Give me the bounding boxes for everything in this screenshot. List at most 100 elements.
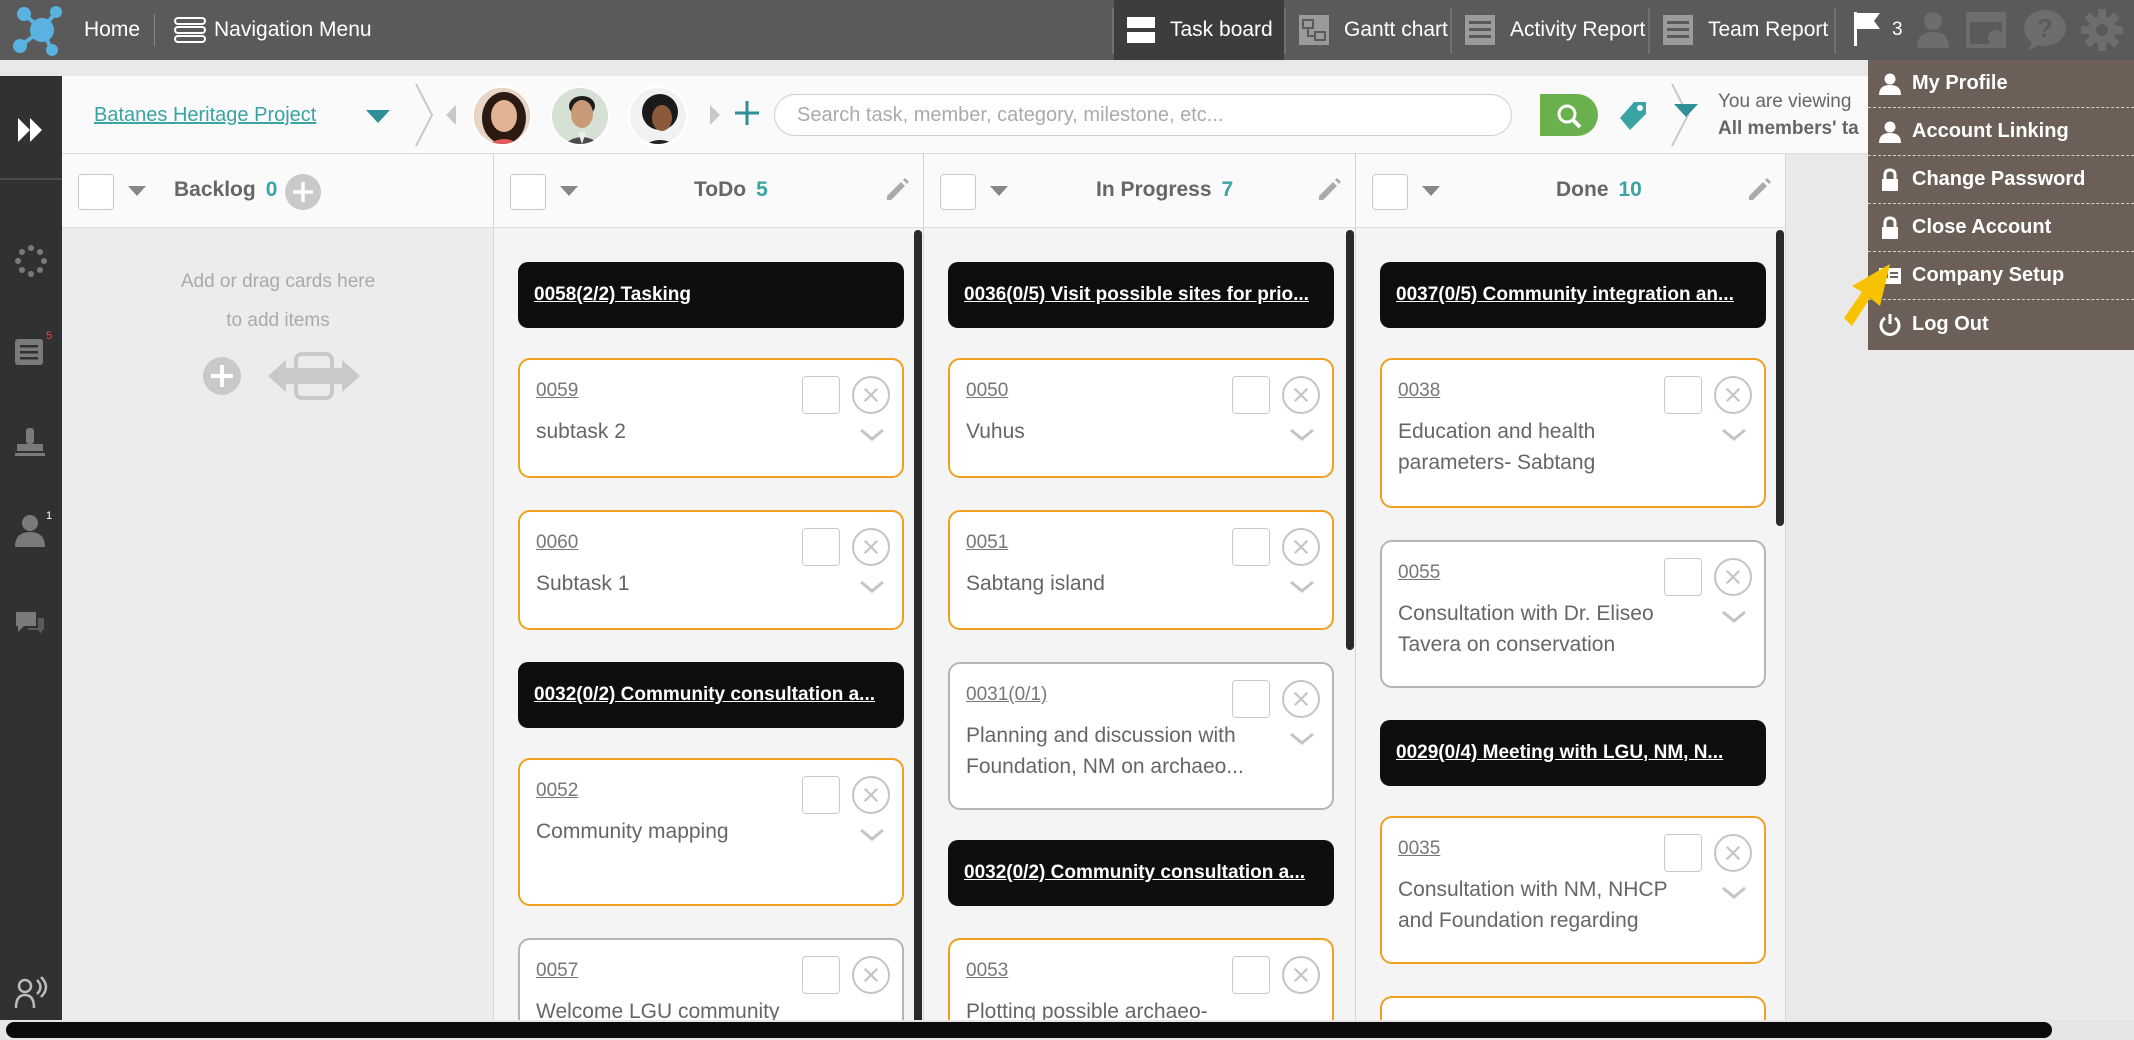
close-icon[interactable]: [1282, 376, 1320, 414]
done-scrollbar[interactable]: [1776, 230, 1784, 526]
task-checkbox[interactable]: [802, 776, 840, 814]
task-card[interactable]: 0038 Education and health parameters- Sa…: [1380, 358, 1766, 508]
menu-item-close-account[interactable]: Close Account: [1868, 204, 2134, 252]
task-id-link[interactable]: 0035: [1398, 838, 1440, 860]
avatar[interactable]: [550, 86, 610, 146]
menu-item-company-setup[interactable]: Company Setup: [1868, 252, 2134, 300]
column-select-checkbox[interactable]: [1372, 174, 1408, 210]
close-icon[interactable]: [1714, 558, 1752, 596]
menu-item-log-out[interactable]: Log Out: [1868, 300, 2134, 348]
navigation-menu-link[interactable]: Navigation Menu: [214, 0, 372, 60]
column-select-checkbox[interactable]: [78, 174, 114, 210]
avatar[interactable]: [472, 86, 532, 146]
inprogress-scrollbar[interactable]: [1346, 230, 1354, 650]
app-logo[interactable]: [10, 4, 66, 56]
milestone-card[interactable]: 0032(0/2) Community consultation a...: [518, 662, 904, 728]
milestone-card[interactable]: 0036(0/5) Visit possible sites for prio.…: [948, 262, 1334, 328]
chevron-down-icon[interactable]: [1289, 428, 1315, 442]
search-input[interactable]: [797, 95, 1377, 135]
chevron-down-icon[interactable]: [1721, 428, 1747, 442]
task-card[interactable]: 0060 Subtask 1: [518, 510, 904, 630]
task-card[interactable]: 0031(0/1) Planning and discussion with F…: [948, 662, 1334, 810]
milestone-card[interactable]: 0029(0/4) Meeting with LGU, NM, N...: [1380, 720, 1766, 786]
project-dropdown-caret[interactable]: [366, 110, 390, 123]
flag-icon[interactable]: [1852, 10, 1886, 48]
todo-scrollbar[interactable]: [914, 230, 922, 1024]
close-icon[interactable]: [1282, 956, 1320, 994]
close-icon[interactable]: [1282, 528, 1320, 566]
pencil-icon[interactable]: [883, 176, 911, 204]
chevron-down-icon[interactable]: [859, 428, 885, 442]
close-icon[interactable]: [1714, 834, 1752, 872]
task-checkbox[interactable]: [1232, 376, 1270, 414]
calendar-settings-icon[interactable]: [1966, 10, 2008, 50]
close-icon[interactable]: [1714, 376, 1752, 414]
tab-activity-report[interactable]: Activity Report: [1452, 0, 1648, 60]
milestone-card[interactable]: 0037(0/5) Community integration an...: [1380, 262, 1766, 328]
task-checkbox[interactable]: [802, 528, 840, 566]
menu-item-account-linking[interactable]: Account Linking: [1868, 108, 2134, 156]
tab-gantt-chart[interactable]: Gantt chart: [1286, 0, 1450, 60]
task-card[interactable]: 0055 Consultation with Dr. Eliseo Tavera…: [1380, 540, 1766, 688]
close-icon[interactable]: [852, 376, 890, 414]
tab-task-board[interactable]: Task board: [1114, 0, 1284, 60]
member-icon[interactable]: [14, 514, 46, 548]
stamp-icon[interactable]: [14, 426, 46, 458]
task-id-link[interactable]: 0038: [1398, 380, 1440, 402]
task-id-link[interactable]: 0053: [966, 960, 1008, 982]
list-icon[interactable]: [14, 338, 44, 366]
task-card[interactable]: 0051 Sabtang island: [948, 510, 1334, 630]
column-menu-caret[interactable]: [128, 186, 146, 196]
search-button[interactable]: [1540, 94, 1598, 136]
column-select-checkbox[interactable]: [940, 174, 976, 210]
task-checkbox[interactable]: [802, 956, 840, 994]
task-checkbox[interactable]: [1664, 376, 1702, 414]
column-menu-caret[interactable]: [990, 186, 1008, 196]
user-icon[interactable]: [1914, 10, 1952, 50]
task-id-link[interactable]: 0051: [966, 532, 1008, 554]
view-dropdown-caret[interactable]: [1674, 104, 1698, 117]
arrow-left-icon[interactable]: [444, 104, 458, 126]
task-card[interactable]: 0050 Vuhus: [948, 358, 1334, 478]
menu-icon[interactable]: [174, 16, 206, 44]
chevron-down-icon[interactable]: [1721, 886, 1747, 900]
broadcast-user-icon[interactable]: [14, 976, 48, 1010]
column-select-checkbox[interactable]: [510, 174, 546, 210]
horizontal-scrollbar[interactable]: [6, 1022, 2052, 1038]
task-checkbox[interactable]: [802, 376, 840, 414]
help-icon[interactable]: ?: [2022, 8, 2068, 52]
milestone-card[interactable]: 0032(0/2) Community consultation a...: [948, 840, 1334, 906]
spinner-icon[interactable]: [14, 244, 48, 278]
chevron-down-icon[interactable]: [1289, 580, 1315, 594]
column-menu-caret[interactable]: [560, 186, 578, 196]
expand-sidebar-button[interactable]: [0, 76, 62, 180]
close-icon[interactable]: [852, 776, 890, 814]
task-id-link[interactable]: 0031(0/1): [966, 684, 1047, 706]
task-checkbox[interactable]: [1232, 528, 1270, 566]
chevron-down-icon[interactable]: [859, 580, 885, 594]
chevron-down-icon[interactable]: [1289, 732, 1315, 746]
add-member-icon[interactable]: [732, 98, 762, 128]
chat-icon[interactable]: [14, 610, 46, 636]
task-card[interactable]: 0052 Community mapping: [518, 758, 904, 906]
task-id-link[interactable]: 0052: [536, 780, 578, 802]
arrow-right-icon[interactable]: [708, 104, 722, 126]
home-link[interactable]: Home: [84, 0, 140, 60]
close-icon[interactable]: [1282, 680, 1320, 718]
menu-item-my-profile[interactable]: My Profile: [1868, 60, 2134, 108]
task-checkbox[interactable]: [1232, 956, 1270, 994]
chevron-down-icon[interactable]: [1721, 610, 1747, 624]
task-card[interactable]: 0059 subtask 2: [518, 358, 904, 478]
task-checkbox[interactable]: [1664, 558, 1702, 596]
backlog-column-body[interactable]: Add or drag cards here to add items: [62, 228, 494, 1026]
close-icon[interactable]: [852, 956, 890, 994]
pencil-icon[interactable]: [1315, 176, 1343, 204]
add-card-icon[interactable]: [284, 173, 322, 211]
project-name-link[interactable]: Batanes Heritage Project: [94, 104, 316, 127]
gear-icon[interactable]: [2080, 8, 2124, 52]
milestone-card[interactable]: 0058(2/2) Tasking: [518, 262, 904, 328]
task-id-link[interactable]: 0060: [536, 532, 578, 554]
task-id-link[interactable]: 0059: [536, 380, 578, 402]
avatar[interactable]: [628, 86, 688, 146]
tab-team-report[interactable]: Team Report: [1650, 0, 1832, 60]
